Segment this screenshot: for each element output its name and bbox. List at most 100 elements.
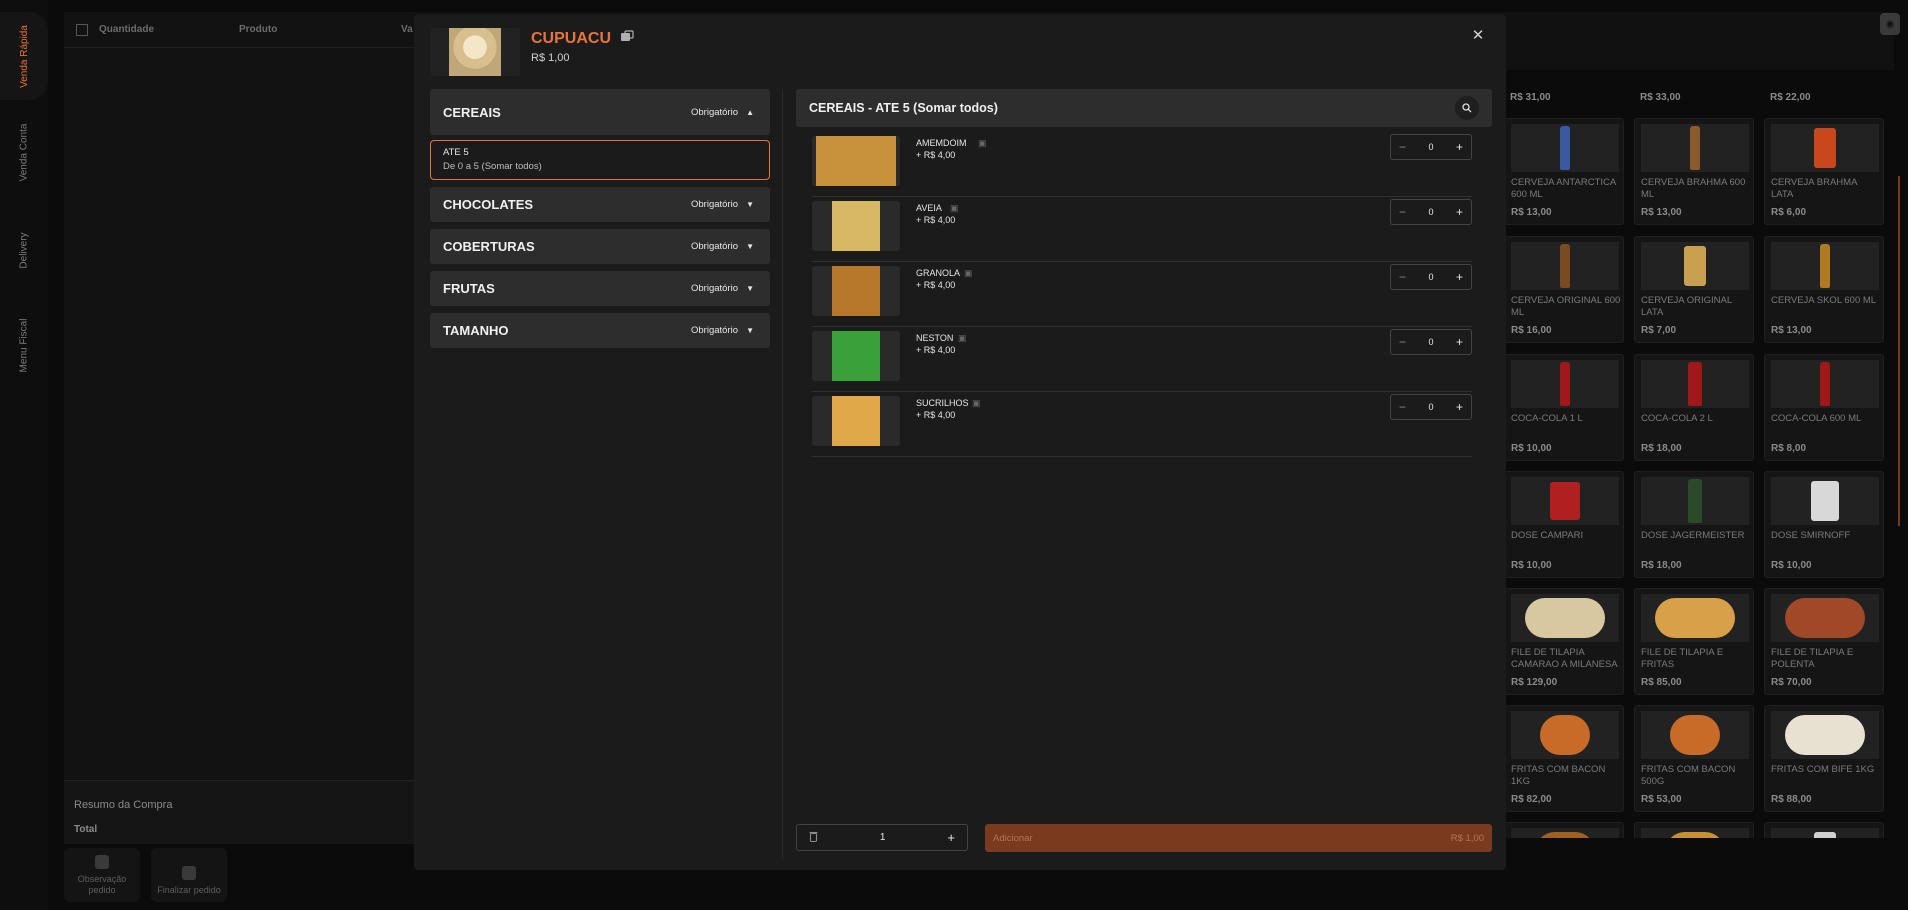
product-tile[interactable] <box>1764 822 1884 838</box>
nav-venda-rapida[interactable]: Venda Rápida <box>0 12 48 100</box>
suboption-ate-5[interactable]: ATE 5 De 0 a 5 (Somar todos) <box>430 140 770 180</box>
info-icon[interactable]: ▣ <box>950 203 959 214</box>
product-image <box>1641 594 1749 642</box>
product-price: R$ 13,00 <box>1641 207 1682 218</box>
search-icon[interactable] <box>1455 96 1479 120</box>
group-tamanho[interactable]: TAMANHO Obrigatório ▼ <box>430 313 770 348</box>
minus-icon[interactable]: − <box>1399 270 1406 284</box>
plus-icon[interactable]: + <box>947 830 955 845</box>
product-image <box>1771 711 1879 759</box>
minus-icon[interactable]: − <box>1399 400 1406 414</box>
product-tile[interactable]: CERVEJA ORIGINAL 600 ML R$ 16,00 <box>1504 236 1624 343</box>
group-name: CEREAIS <box>443 104 501 120</box>
product-tile[interactable]: FRITAS COM BACON 500G R$ 53,00 <box>1634 705 1754 812</box>
finalize-button[interactable]: Finalizar pedido <box>151 848 227 902</box>
group-cereais[interactable]: CEREAIS Obrigatório ▲ <box>430 89 770 135</box>
product-tile[interactable]: CERVEJA SKOL 600 ML R$ 13,00 <box>1764 236 1884 343</box>
info-icon[interactable]: ▣ <box>958 333 967 344</box>
product-image <box>1511 828 1619 838</box>
product-tile[interactable] <box>1634 822 1754 838</box>
product-price: R$ 82,00 <box>1511 794 1552 805</box>
product-image <box>1511 124 1619 172</box>
product-image <box>1771 242 1879 290</box>
product-quantity: 1 <box>879 832 886 843</box>
group-chocolates[interactable]: CHOCOLATES Obrigatório ▼ <box>430 187 770 222</box>
product-name: COCA-COLA 1 L <box>1511 413 1583 424</box>
plus-icon[interactable]: + <box>1456 140 1463 154</box>
info-icon[interactable]: ▣ <box>972 398 981 409</box>
product-price: R$ 31,00 <box>1510 92 1551 103</box>
group-coberturas[interactable]: COBERTURAS Obrigatório ▼ <box>430 229 770 264</box>
product-name: DOSE JAGERMEISTER <box>1641 530 1745 541</box>
product-tile[interactable]: COCA-COLA 600 ML R$ 8,00 <box>1764 354 1884 461</box>
product-tile[interactable]: DOSE JAGERMEISTER R$ 18,00 <box>1634 471 1754 578</box>
product-tile[interactable]: DOSE CAMPARI R$ 10,00 <box>1504 471 1624 578</box>
select-all-checkbox[interactable] <box>76 23 88 36</box>
nav-delivery[interactable]: Delivery <box>0 210 48 290</box>
nav-venda-conta[interactable]: Venda Conta <box>0 112 48 192</box>
group-required-label: Obrigatório <box>691 199 738 210</box>
eye-off-icon[interactable]: ◉ <box>1880 13 1900 35</box>
product-tile[interactable]: CERVEJA BRAHMA LATA R$ 6,00 <box>1764 118 1884 225</box>
item-quantity: 0 <box>1428 142 1434 152</box>
plus-icon[interactable]: + <box>1456 205 1463 219</box>
info-icon[interactable] <box>620 30 634 44</box>
product-image <box>1771 828 1879 838</box>
product-price: R$ 10,00 <box>1511 560 1552 571</box>
product-tile[interactable]: FILE DE TILAPIA E POLENTA R$ 70,00 <box>1764 588 1884 695</box>
group-frutas[interactable]: FRUTAS Obrigatório ▼ <box>430 271 770 306</box>
product-tile[interactable]: FRITAS COM BACON 1KG R$ 82,00 <box>1504 705 1624 812</box>
grid-scrollbar[interactable] <box>1898 176 1900 526</box>
add-to-order-button[interactable]: Adicionar R$ 1,00 <box>985 824 1492 852</box>
chevron-down-icon: ▼ <box>746 326 754 335</box>
group-required-label: Obrigatório <box>691 325 738 336</box>
product-tile[interactable]: CERVEJA BRAHMA 600 ML R$ 13,00 <box>1634 118 1754 225</box>
option-items-list: AMEMDOIM ▣ + R$ 4,00 − 0 + AVEIA ▣ + R$ … <box>812 132 1472 457</box>
product-image <box>1511 360 1619 408</box>
product-name: CERVEJA ORIGINAL 600 ML <box>1511 295 1621 318</box>
product-tile[interactable]: CERVEJA ORIGINAL LATA R$ 7,00 <box>1634 236 1754 343</box>
product-image <box>1771 360 1879 408</box>
product-grid: R$ 31,00 R$ 33,00 R$ 22,00 CERVEJA ANTAR… <box>1504 70 1890 838</box>
minus-icon[interactable]: − <box>1399 140 1406 154</box>
product-price: R$ 88,00 <box>1771 794 1812 805</box>
trash-icon[interactable] <box>809 831 818 845</box>
product-tile[interactable]: FILE DE TILAPIA CAMARAO A MILANESA R$ 12… <box>1504 588 1624 695</box>
product-price: R$ 18,00 <box>1641 560 1682 571</box>
product-options-modal: CUPUACU R$ 1,00 ✕ CEREAIS Obrigatório ▲ … <box>414 14 1506 870</box>
product-tile[interactable]: FILE DE TILAPIA E FRITAS R$ 85,00 <box>1634 588 1754 695</box>
product-quantity-stepper: 1 + <box>796 824 968 851</box>
observation-button[interactable]: Observação pedido <box>64 848 140 902</box>
product-price: R$ 22,00 <box>1770 92 1811 103</box>
minus-icon[interactable]: − <box>1399 205 1406 219</box>
close-icon[interactable]: ✕ <box>1470 28 1486 44</box>
item-image <box>812 331 900 381</box>
product-image <box>1771 594 1879 642</box>
product-price: R$ 70,00 <box>1771 677 1812 688</box>
product-image <box>1771 124 1879 172</box>
product-tile[interactable]: COCA-COLA 1 L R$ 10,00 <box>1504 354 1624 461</box>
group-name: COBERTURAS <box>443 239 535 254</box>
plus-icon[interactable]: + <box>1456 400 1463 414</box>
quantity-stepper: − 0 + <box>1390 394 1472 420</box>
product-tile[interactable]: DOSE SMIRNOFF R$ 10,00 <box>1764 471 1884 578</box>
item-name: GRANOLA <box>916 268 961 278</box>
alert-icon <box>95 855 109 869</box>
plus-icon[interactable]: + <box>1456 335 1463 349</box>
item-price: + R$ 4,00 <box>916 410 956 420</box>
product-name: COCA-COLA 2 L <box>1641 413 1713 424</box>
product-tile[interactable]: COCA-COLA 2 L R$ 18,00 <box>1634 354 1754 461</box>
nav-label: Menu Fiscal <box>18 318 30 372</box>
order-panel: Quantidade Produto Va Resumo da Compra T… <box>64 12 414 844</box>
plus-icon[interactable]: + <box>1456 270 1463 284</box>
product-tile[interactable]: CERVEJA ANTARCTICA 600 ML R$ 13,00 <box>1504 118 1624 225</box>
info-icon[interactable]: ▣ <box>978 138 987 149</box>
vertical-nav: Venda Rápida Venda Conta Delivery Menu F… <box>0 0 48 910</box>
product-price: R$ 13,00 <box>1771 325 1812 336</box>
minus-icon[interactable]: − <box>1399 335 1406 349</box>
info-icon[interactable]: ▣ <box>964 268 973 279</box>
nav-menu-fiscal[interactable]: Menu Fiscal <box>0 305 48 385</box>
product-tile[interactable]: FRITAS COM BIFE 1KG R$ 88,00 <box>1764 705 1884 812</box>
item-image <box>812 396 900 446</box>
product-tile[interactable] <box>1504 822 1624 838</box>
